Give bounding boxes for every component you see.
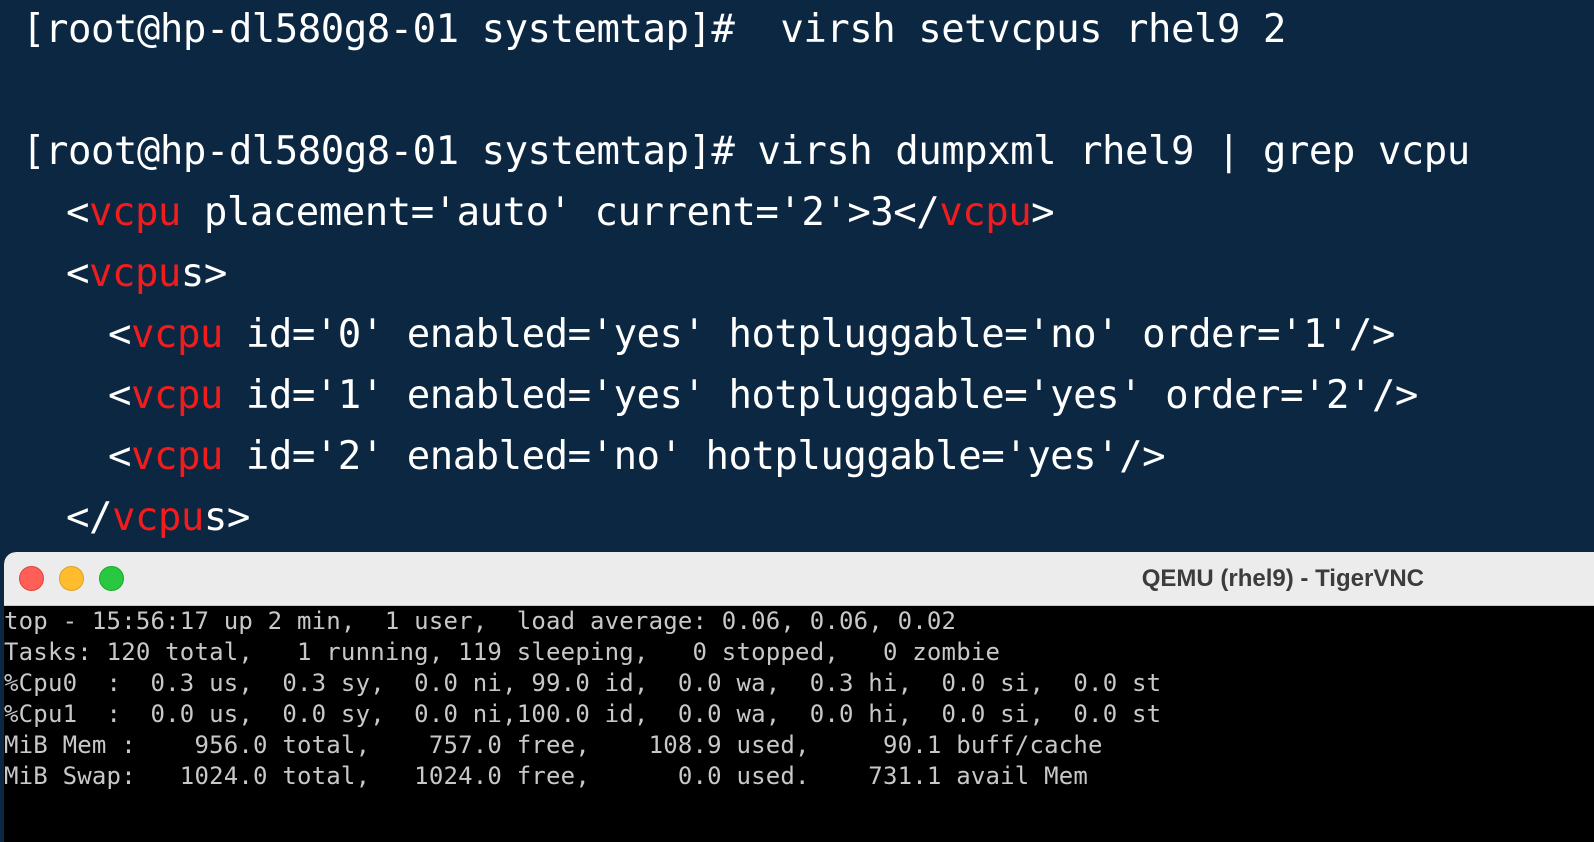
xml-tag-vcpu-1: vcpu bbox=[130, 373, 223, 418]
xml-tag-vcpus-close: vcpu bbox=[111, 495, 204, 540]
top-summary-line: top - 15:56:17 up 2 min, 1 user, load av… bbox=[4, 607, 957, 635]
xml-tag-vcpu-2: vcpu bbox=[130, 434, 223, 479]
top-cpu1-line: %Cpu1 : 0.0 us, 0.0 sy, 0.0 ni,100.0 id,… bbox=[4, 700, 1162, 728]
top-swap-line: MiB Swap: 1024.0 total, 1024.0 free, 0.0… bbox=[4, 762, 1089, 790]
maximize-light-icon[interactable] bbox=[99, 566, 124, 591]
vnc-titlebar[interactable]: QEMU (rhel9) - TigerVNC bbox=[4, 552, 1594, 606]
xml-tag-vcpu: vcpu bbox=[88, 190, 181, 235]
xml-tag-vcpu-0: vcpu bbox=[130, 312, 223, 357]
xml-vcpu-1-attributes: id='1' enabled='yes' hotpluggable='yes' … bbox=[222, 373, 1418, 418]
terminal-line-setvcpus: [root@hp-dl580g8-01 systemtap]# virsh se… bbox=[22, 7, 1286, 52]
xml-vcpu-attributes: placement='auto' current='2'>3</ bbox=[180, 190, 940, 235]
xml-tag-vcpus: vcpu bbox=[88, 251, 181, 296]
xml-line-vcpu-1: <vcpu id='1' enabled='yes' hotpluggable=… bbox=[108, 373, 1418, 418]
xml-line-vcpu-2: <vcpu id='2' enabled='no' hotpluggable='… bbox=[108, 434, 1166, 479]
xml-tag-vcpu-close: vcpu bbox=[939, 190, 1032, 235]
xml-line-vcpu-0: <vcpu id='0' enabled='yes' hotpluggable=… bbox=[108, 312, 1396, 357]
top-cpu0-line: %Cpu0 : 0.3 us, 0.3 sy, 0.0 ni, 99.0 id,… bbox=[4, 669, 1162, 697]
terminal-line-dumpxml: [root@hp-dl580g8-01 systemtap]# virsh du… bbox=[22, 129, 1470, 174]
xml-line-vcpu: <vcpu placement='auto' current='2'>3</vc… bbox=[66, 190, 1055, 235]
vnc-window[interactable]: QEMU (rhel9) - TigerVNC top - 15:56:17 u… bbox=[4, 552, 1594, 842]
xml-vcpu-0-attributes: id='0' enabled='yes' hotpluggable='no' o… bbox=[222, 312, 1396, 357]
xml-vcpu-2-attributes: id='2' enabled='no' hotpluggable='yes'/> bbox=[222, 434, 1166, 479]
minimize-light-icon[interactable] bbox=[59, 566, 84, 591]
xml-line-vcpus-close: </vcpus> bbox=[66, 495, 250, 540]
top-mem-line: MiB Mem : 956.0 total, 757.0 free, 108.9… bbox=[4, 731, 1103, 759]
close-light-icon[interactable] bbox=[19, 566, 44, 591]
top-tasks-line: Tasks: 120 total, 1 running, 119 sleepin… bbox=[4, 638, 1001, 666]
xml-line-vcpus-open: <vcpus> bbox=[66, 251, 227, 296]
vnc-window-title: QEMU (rhel9) - TigerVNC bbox=[1141, 565, 1424, 592]
terminal-window[interactable]: [root@hp-dl580g8-01 systemtap]# virsh se… bbox=[0, 0, 1594, 560]
